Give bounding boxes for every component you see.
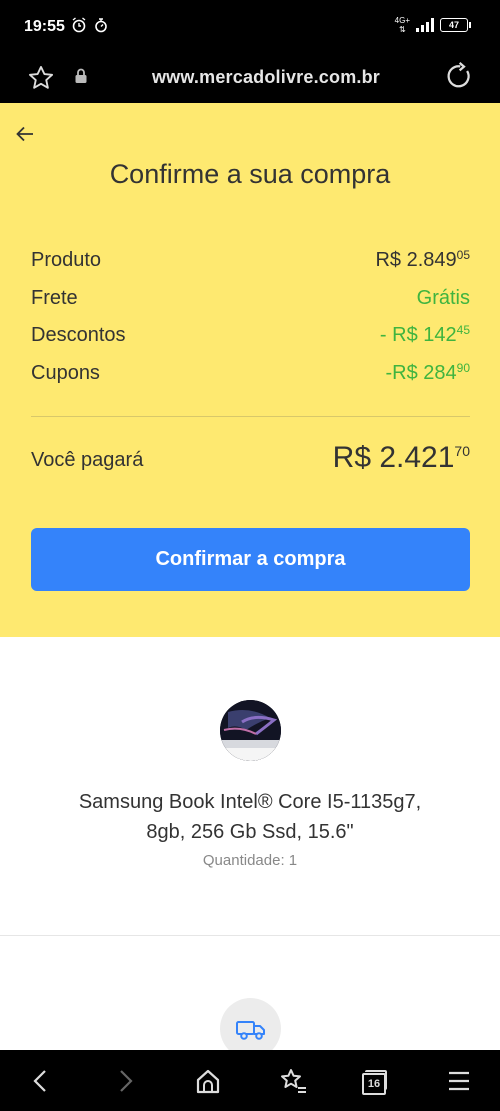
product-name-line1: Samsung Book Intel® Core I5-1135g7, <box>78 791 422 813</box>
row-value: R$ 2.84905 <box>375 248 470 271</box>
product-quantity: Quantidade: 1 <box>202 852 298 869</box>
summary-row-descontos: Descontos - R$ 14245 <box>31 320 470 350</box>
network-indicator: 4G+ ⇅ <box>394 16 410 34</box>
product-name: Samsung Book Intel® Core I5-1135g7, 8gb,… <box>0 787 500 847</box>
summary-row-frete: Frete Grátis <box>31 283 470 313</box>
total-label: Você pagará <box>31 449 144 471</box>
row-label: Cupons <box>31 362 100 384</box>
product-thumbnail <box>220 700 281 761</box>
status-bar: 19:55 4G+ ⇅ 47 <box>0 0 500 55</box>
status-right: 4G+ ⇅ 47 <box>394 16 471 34</box>
reload-icon[interactable] <box>444 61 474 91</box>
menu-icon[interactable] <box>446 1066 472 1096</box>
status-time: 19:55 <box>24 18 65 35</box>
home-icon[interactable] <box>194 1066 222 1096</box>
section-divider <box>0 935 500 936</box>
row-label: Frete <box>31 287 78 309</box>
row-label: Descontos <box>31 324 126 346</box>
page-title: Confirme a sua compra <box>109 159 391 189</box>
row-value: - R$ 14245 <box>379 323 470 346</box>
back-icon[interactable] <box>30 1066 52 1096</box>
product-name-line2: 8gb, 256 Gb Ssd, 15.6" <box>146 821 354 843</box>
bookmarks-icon[interactable] <box>278 1066 308 1096</box>
tab-count: 16 <box>362 1073 386 1095</box>
browser-url-bar: www.mercadolivre.com.br <box>0 55 500 103</box>
url-text[interactable]: www.mercadolivre.com.br <box>0 67 500 88</box>
truck-icon <box>236 1021 265 1040</box>
signal-icon <box>416 18 434 32</box>
back-arrow-icon[interactable] <box>14 123 36 145</box>
timer-icon <box>95 18 107 33</box>
battery-icon: 47 <box>440 18 471 32</box>
forward-icon[interactable] <box>114 1066 136 1096</box>
row-value: Grátis <box>416 287 470 309</box>
status-icons <box>72 17 108 33</box>
network-type: 4G+ <box>394 16 410 25</box>
alarm-icon <box>72 17 86 33</box>
total-value: R$ 2.42170 <box>332 441 470 474</box>
tabs-button[interactable]: 16 <box>362 1070 387 1095</box>
summary-row-produto: Produto R$ 2.84905 <box>31 245 470 275</box>
laptop-image <box>220 700 281 761</box>
browser-bottom-nav: 16 <box>0 1050 500 1111</box>
summary-divider <box>31 416 470 417</box>
checkout-summary: Confirme a sua compra Produto R$ 2.84905… <box>0 103 500 637</box>
row-value: -R$ 28490 <box>385 361 470 384</box>
summary-row-cupons: Cupons -R$ 28490 <box>31 358 470 388</box>
row-label: Produto <box>31 249 102 271</box>
confirm-purchase-button[interactable]: Confirmar a compra <box>31 528 470 591</box>
